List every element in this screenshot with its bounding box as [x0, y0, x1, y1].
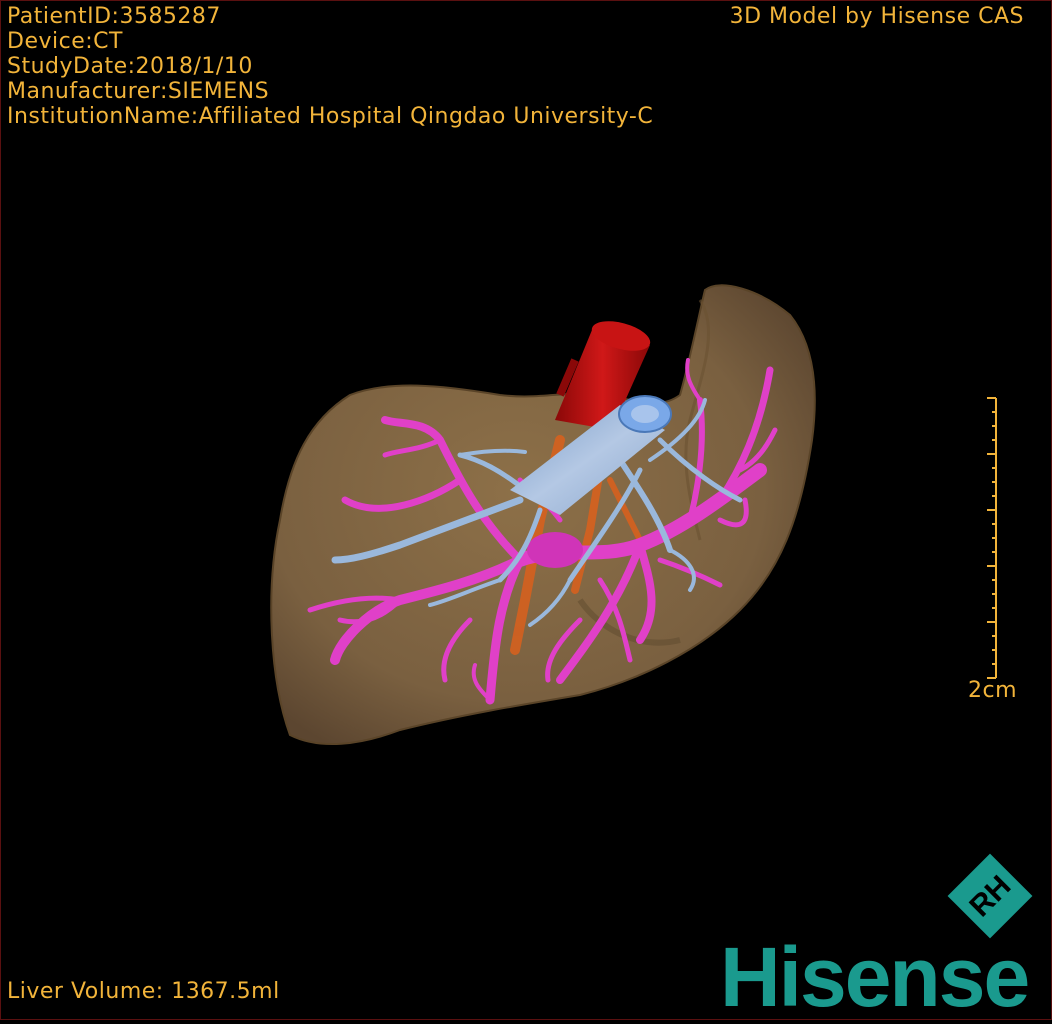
device-label: Device:CT — [7, 29, 123, 54]
dicom-info-block: PatientID:3585287 Device:CT StudyDate:20… — [7, 4, 653, 129]
viewport-frame — [0, 0, 1052, 1020]
liver-volume-label: Liver Volume: 1367.5ml — [7, 979, 280, 1004]
scale-bar-label: 2cm — [968, 678, 1018, 703]
study-date-label: StudyDate:2018/1/10 — [7, 54, 253, 79]
institution-label: InstitutionName:Affiliated Hospital Qing… — [7, 104, 654, 129]
patient-id-label: PatientID:3585287 — [7, 4, 221, 29]
model-credit: 3D Model by Hisense CAS — [729, 4, 1024, 29]
hisense-logo-text: Hisense — [720, 930, 1030, 1024]
manufacturer-label: Manufacturer:SIEMENS — [7, 79, 270, 104]
